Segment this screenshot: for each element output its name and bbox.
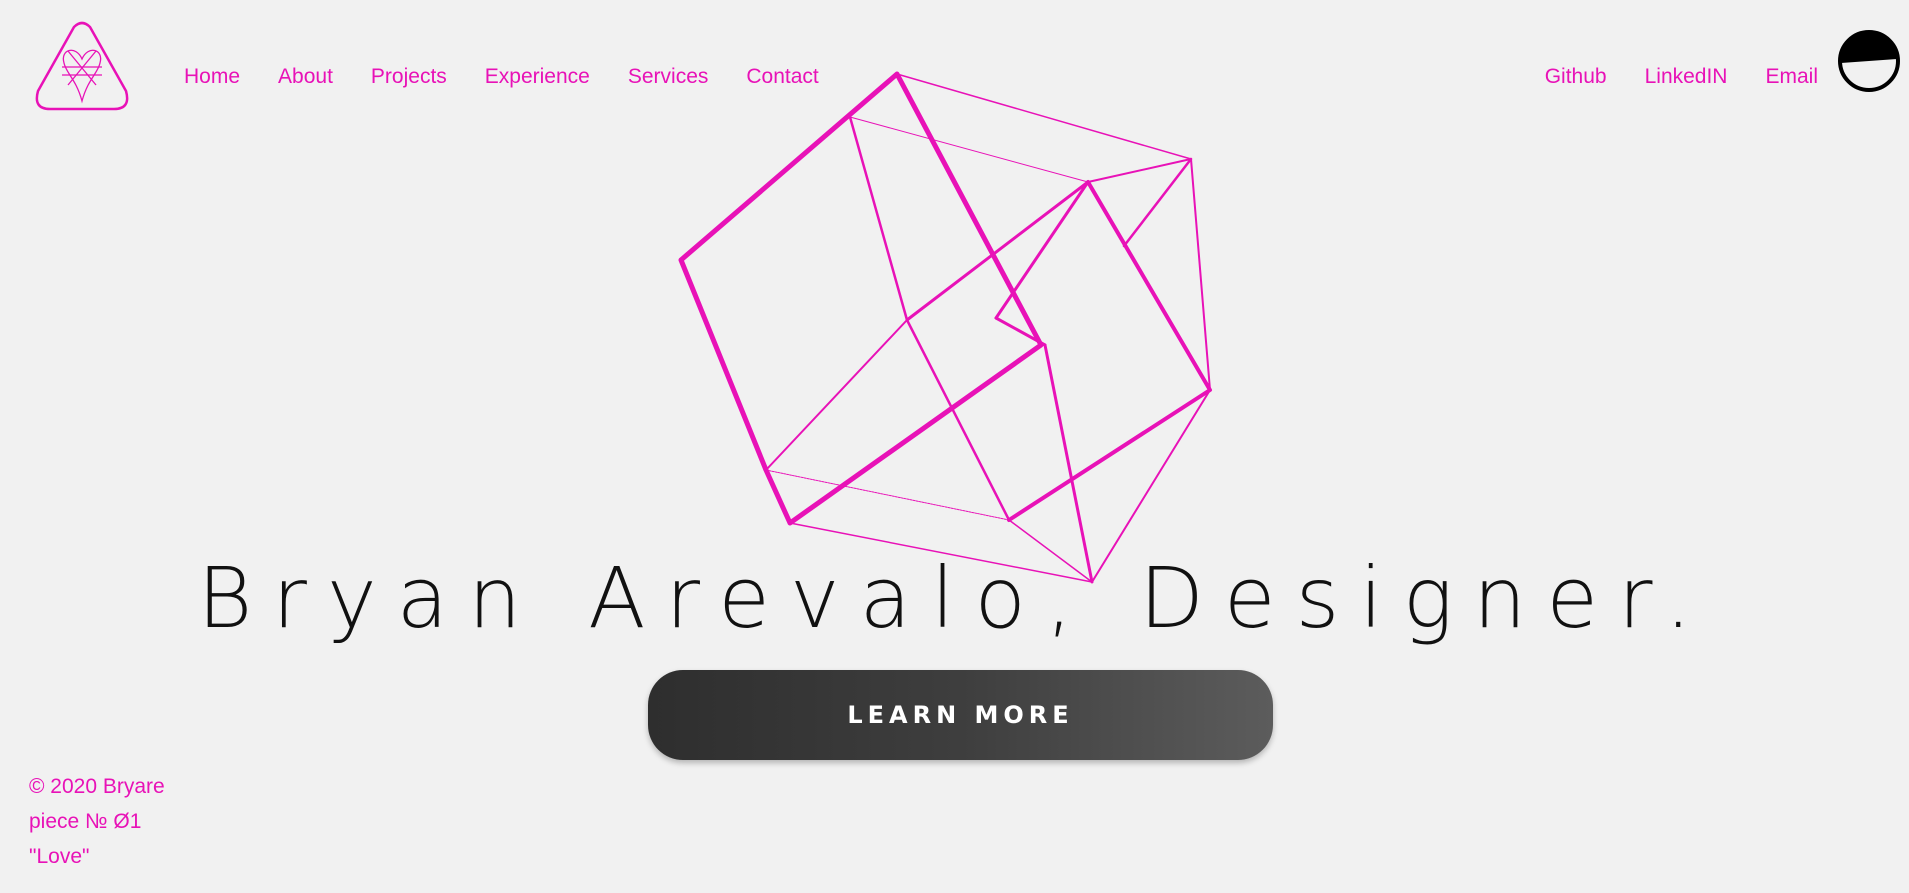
nav-about-link[interactable]: About <box>278 63 333 91</box>
copyright-text: © 2020 Bryare <box>29 775 165 798</box>
piece-number-text: piece № Ø1 <box>29 810 142 833</box>
nav-home-link[interactable]: Home <box>184 63 240 91</box>
cube-edge <box>905 318 1011 522</box>
email-link[interactable]: Email <box>1765 63 1818 91</box>
cube-edge <box>849 116 1089 183</box>
cube-edge <box>765 469 1010 521</box>
cube-edge <box>896 73 1192 160</box>
logo-heart-triangle-icon[interactable] <box>32 21 132 113</box>
github-link[interactable]: Github <box>1545 63 1607 91</box>
cube-edge <box>1087 158 1192 183</box>
piece-name-text: "Love" <box>29 845 90 868</box>
hero-title: Bryan Arevalo, Designer. <box>197 549 1712 647</box>
cube-edge <box>765 319 908 471</box>
nav-experience-link[interactable]: Experience <box>485 63 590 91</box>
cube-edge <box>1190 158 1211 391</box>
nav-services-link[interactable]: Services <box>628 63 709 91</box>
half-circle-theme-icon[interactable] <box>1837 29 1901 93</box>
cube-edge <box>994 316 1047 347</box>
cube-edge <box>1007 180 1212 522</box>
learn-more-button[interactable]: LEARN MORE <box>648 670 1273 760</box>
cube-edge <box>678 71 1044 526</box>
cube-edge <box>848 115 909 322</box>
nav-contact-link[interactable]: Contact <box>746 63 818 91</box>
footer-note: © 2020 Bryare piece № Ø1 "Love" <box>29 769 165 874</box>
social-nav: Github LinkedIN Email <box>1507 63 1818 91</box>
cube-edge <box>905 180 1090 322</box>
linkedin-link[interactable]: LinkedIN <box>1645 63 1728 91</box>
cube-edge <box>994 180 1090 320</box>
main-nav: Home About Projects Experience Services … <box>184 63 857 91</box>
cube-edge <box>1122 157 1193 248</box>
nav-projects-link[interactable]: Projects <box>371 63 447 91</box>
page: Home About Projects Experience Services … <box>0 0 1909 893</box>
